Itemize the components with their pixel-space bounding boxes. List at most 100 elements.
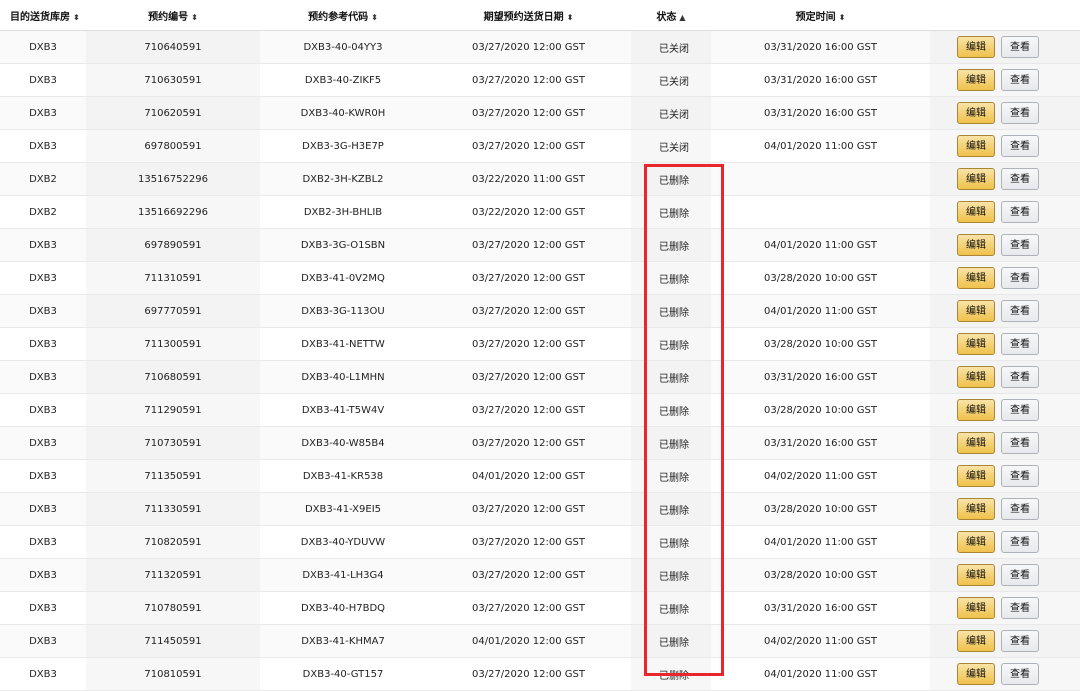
cell-status: 已删除 bbox=[631, 261, 711, 295]
cell-actions: 编辑 查看 bbox=[930, 294, 1080, 328]
view-button[interactable]: 查看 bbox=[1001, 399, 1039, 421]
cell-status: 已删除 bbox=[631, 327, 711, 361]
cell-warehouse: DXB3 bbox=[0, 426, 86, 460]
cell-actions: 编辑 查看 bbox=[930, 591, 1080, 625]
cell-warehouse: DXB3 bbox=[0, 525, 86, 559]
cell-scheduled-time: 03/28/2020 10:00 GST bbox=[711, 261, 930, 295]
view-button[interactable]: 查看 bbox=[1001, 630, 1039, 652]
header-warehouse-label: 目的送货库房 bbox=[10, 11, 70, 23]
cell-actions: 编辑 查看 bbox=[930, 195, 1080, 229]
view-button[interactable]: 查看 bbox=[1001, 168, 1039, 190]
cell-appointment-id: 13516692296 bbox=[86, 195, 260, 229]
view-button[interactable]: 查看 bbox=[1001, 234, 1039, 256]
edit-button[interactable]: 编辑 bbox=[957, 102, 995, 124]
table-row: DXB3 710730591 DXB3-40-W85B4 03/27/2020 12:… bbox=[0, 426, 1080, 460]
header-actions bbox=[930, 0, 1080, 31]
view-button[interactable]: 查看 bbox=[1001, 432, 1039, 454]
view-button[interactable]: 查看 bbox=[1001, 498, 1039, 520]
cell-scheduled-time: 03/28/2020 10:00 GST bbox=[711, 393, 930, 427]
appointments-table: 目的送货库房 ⬍ 预约编号 ⬍ 预约参考代码 ⬍ 期望预约送货日期 ⬍ 状态 ▲ 预定时间 ⬍ DXB… bbox=[0, 0, 1080, 691]
cell-appointment-id: 697890591 bbox=[86, 228, 260, 262]
cell-actions: 编辑 查看 bbox=[930, 129, 1080, 163]
edit-button[interactable]: 编辑 bbox=[957, 135, 995, 157]
cell-appointment-id: 697800591 bbox=[86, 129, 260, 163]
edit-button[interactable]: 编辑 bbox=[957, 432, 995, 454]
cell-scheduled-time: 04/01/2020 11:00 GST bbox=[711, 657, 930, 691]
edit-button[interactable]: 编辑 bbox=[957, 234, 995, 256]
table-row: DXB3 710780591 DXB3-40-H7BDQ 03/27/2020 12:… bbox=[0, 591, 1080, 625]
edit-button[interactable]: 编辑 bbox=[957, 465, 995, 487]
header-status[interactable]: 状态 ▲ bbox=[631, 0, 711, 31]
cell-expected-date: 03/27/2020 12:00 GST bbox=[426, 591, 631, 625]
header-reference-code[interactable]: 预约参考代码 ⬍ bbox=[260, 0, 426, 31]
view-button[interactable]: 查看 bbox=[1001, 69, 1039, 91]
header-reference-code-label: 预约参考代码 bbox=[308, 11, 369, 23]
sort-icon[interactable]: ⬍ bbox=[191, 13, 198, 22]
cell-expected-date: 03/27/2020 12:00 GST bbox=[426, 129, 631, 163]
sort-icon[interactable]: ▲ bbox=[679, 13, 685, 22]
edit-button[interactable]: 编辑 bbox=[957, 597, 995, 619]
view-button[interactable]: 查看 bbox=[1001, 267, 1039, 289]
view-button[interactable]: 查看 bbox=[1001, 597, 1039, 619]
view-button[interactable]: 查看 bbox=[1001, 135, 1039, 157]
edit-button[interactable]: 编辑 bbox=[957, 366, 995, 388]
edit-button[interactable]: 编辑 bbox=[957, 498, 995, 520]
table-row: DXB3 710810591 DXB3-40-GT157 03/27/2020 12:… bbox=[0, 657, 1080, 691]
view-button[interactable]: 查看 bbox=[1001, 465, 1039, 487]
edit-button[interactable]: 编辑 bbox=[957, 168, 995, 190]
table-body: DXB3 710640591 DXB3-40-04YY3 03/27/2020 12:… bbox=[0, 30, 1080, 691]
cell-expected-date: 03/27/2020 12:00 GST bbox=[426, 558, 631, 592]
table-row: DXB3 710630591 DXB3-40-ZIKF5 03/27/2020 12:… bbox=[0, 63, 1080, 97]
edit-button[interactable]: 编辑 bbox=[957, 300, 995, 322]
header-scheduled-time[interactable]: 预定时间 ⬍ bbox=[711, 0, 930, 31]
header-appointment-id[interactable]: 预约编号 ⬍ bbox=[86, 0, 260, 31]
cell-actions: 编辑 查看 bbox=[930, 228, 1080, 262]
edit-button[interactable]: 编辑 bbox=[957, 267, 995, 289]
cell-expected-date: 03/27/2020 12:00 GST bbox=[426, 30, 631, 64]
cell-expected-date: 03/27/2020 12:00 GST bbox=[426, 228, 631, 262]
header-warehouse[interactable]: 目的送货库房 ⬍ bbox=[0, 0, 86, 31]
cell-warehouse: DXB3 bbox=[0, 360, 86, 394]
table-row: DXB3 711290591 DXB3-41-T5W4V 03/27/2020 12:… bbox=[0, 393, 1080, 427]
header-scheduled-time-label: 预定时间 bbox=[795, 11, 836, 23]
edit-button[interactable]: 编辑 bbox=[957, 201, 995, 223]
view-button[interactable]: 查看 bbox=[1001, 333, 1039, 355]
table-row: DXB3 710640591 DXB3-40-04YY3 03/27/2020 12:… bbox=[0, 30, 1080, 64]
edit-button[interactable]: 编辑 bbox=[957, 531, 995, 553]
edit-button[interactable]: 编辑 bbox=[957, 399, 995, 421]
cell-expected-date: 04/01/2020 12:00 GST bbox=[426, 459, 631, 493]
cell-expected-date: 03/27/2020 12:00 GST bbox=[426, 360, 631, 394]
sort-icon[interactable]: ⬍ bbox=[839, 13, 846, 22]
edit-button[interactable]: 编辑 bbox=[957, 663, 995, 685]
header-expected-date[interactable]: 期望预约送货日期 ⬍ bbox=[426, 0, 631, 31]
view-button[interactable]: 查看 bbox=[1001, 663, 1039, 685]
cell-reference-code: DXB3-41-LH3G4 bbox=[260, 558, 426, 592]
cell-reference-code: DXB3-41-X9EI5 bbox=[260, 492, 426, 526]
view-button[interactable]: 查看 bbox=[1001, 564, 1039, 586]
view-button[interactable]: 查看 bbox=[1001, 366, 1039, 388]
cell-status: 已删除 bbox=[631, 393, 711, 427]
view-button[interactable]: 查看 bbox=[1001, 36, 1039, 58]
cell-status: 已删除 bbox=[631, 657, 711, 691]
cell-scheduled-time: 03/28/2020 10:00 GST bbox=[711, 558, 930, 592]
edit-button[interactable]: 编辑 bbox=[957, 36, 995, 58]
sort-icon[interactable]: ⬍ bbox=[567, 13, 574, 22]
edit-button[interactable]: 编辑 bbox=[957, 630, 995, 652]
cell-status: 已删除 bbox=[631, 195, 711, 229]
cell-status: 已删除 bbox=[631, 492, 711, 526]
sort-icon[interactable]: ⬍ bbox=[73, 13, 80, 22]
cell-appointment-id: 710680591 bbox=[86, 360, 260, 394]
sort-icon[interactable]: ⬍ bbox=[371, 13, 378, 22]
cell-expected-date: 03/27/2020 12:00 GST bbox=[426, 525, 631, 559]
view-button[interactable]: 查看 bbox=[1001, 300, 1039, 322]
edit-button[interactable]: 编辑 bbox=[957, 564, 995, 586]
cell-appointment-id: 710640591 bbox=[86, 30, 260, 64]
cell-appointment-id: 710810591 bbox=[86, 657, 260, 691]
cell-status: 已删除 bbox=[631, 360, 711, 394]
cell-reference-code: DXB3-3G-H3E7P bbox=[260, 129, 426, 163]
view-button[interactable]: 查看 bbox=[1001, 102, 1039, 124]
edit-button[interactable]: 编辑 bbox=[957, 69, 995, 91]
view-button[interactable]: 查看 bbox=[1001, 201, 1039, 223]
view-button[interactable]: 查看 bbox=[1001, 531, 1039, 553]
edit-button[interactable]: 编辑 bbox=[957, 333, 995, 355]
